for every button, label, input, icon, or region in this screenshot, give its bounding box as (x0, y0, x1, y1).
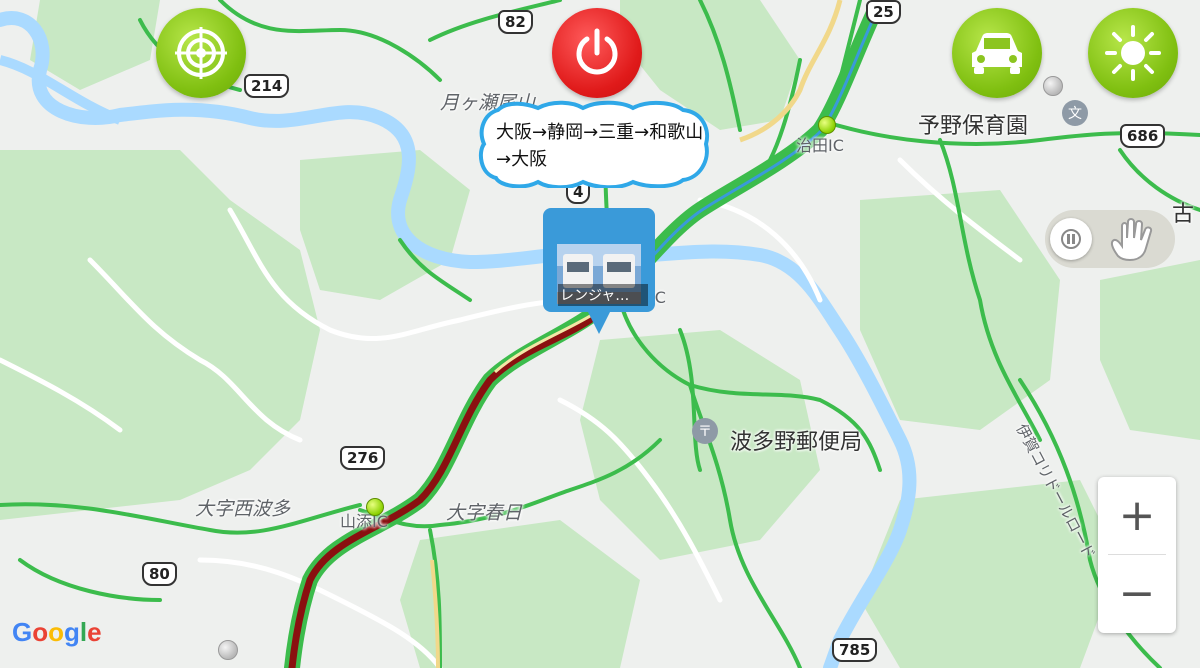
power-button[interactable] (552, 8, 642, 98)
pause-icon (1061, 229, 1081, 249)
place-label-hatano-post: 波多野郵便局 (730, 430, 863, 455)
route-shield-82: 82 (498, 10, 533, 34)
brightness-button[interactable] (1088, 8, 1178, 98)
route-shield-25: 25 (866, 0, 901, 24)
route-bubble-text: 大阪→静岡→三重→和歌山→大阪 (496, 122, 704, 170)
place-label-ko: 古 (1172, 202, 1195, 227)
zoom-out-button[interactable]: − (1098, 555, 1176, 632)
route-shield-214: 214 (244, 74, 290, 98)
zoom-control: + − (1098, 477, 1176, 633)
place-label-yano-nursery: 予野保育園 (918, 114, 1029, 139)
vehicle-marker[interactable] (541, 206, 657, 336)
route-shield-80: 80 (142, 562, 177, 586)
school-icon[interactable]: 文 (1062, 100, 1088, 126)
place-label-nishihata: 大字西波多 (195, 498, 291, 520)
location-pin[interactable] (218, 640, 238, 660)
route-shield-785: 785 (832, 638, 878, 662)
pause-knob[interactable] (1050, 218, 1092, 260)
target-icon (175, 27, 227, 79)
interchange-label-top: 治田IC (796, 136, 844, 155)
route-shield-686: 686 (1120, 124, 1166, 148)
route-shield-276: 276 (340, 446, 386, 470)
interchange-pin[interactable] (366, 498, 384, 516)
vehicle-marker-caption: レンジャ… (558, 284, 648, 306)
sun-icon (1105, 25, 1161, 81)
post-office-icon[interactable]: 〒 (692, 418, 718, 444)
place-label-kasuga: 大字春日 (446, 502, 523, 524)
hand-icon[interactable] (1108, 216, 1160, 262)
car-icon (972, 33, 1022, 74)
interchange-pin[interactable] (818, 116, 836, 134)
location-pin[interactable] (1043, 76, 1063, 96)
google-logo[interactable]: Google (12, 617, 102, 648)
zoom-in-button[interactable]: + (1098, 477, 1176, 554)
power-icon (576, 28, 618, 75)
vehicle-button[interactable] (952, 8, 1042, 98)
locate-button[interactable] (156, 8, 246, 98)
